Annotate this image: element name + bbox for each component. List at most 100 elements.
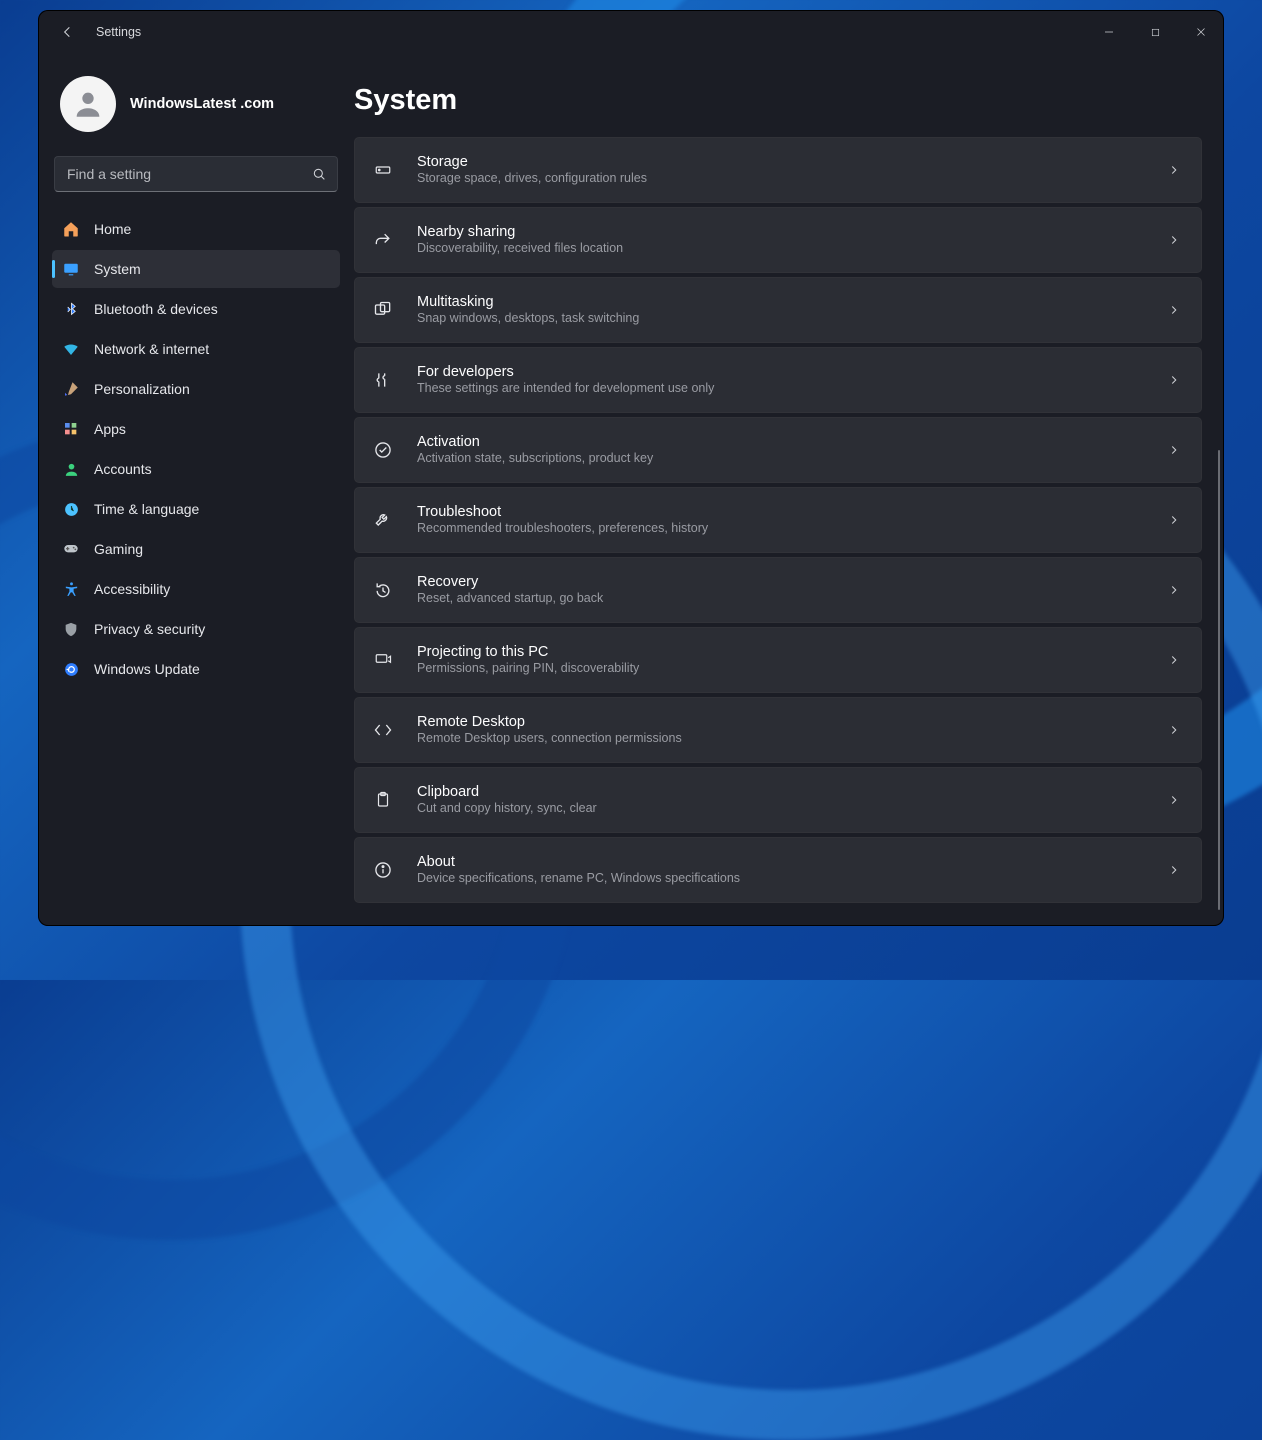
card-description: These settings are intended for developm…	[417, 381, 1145, 397]
card-texts: Nearby sharingDiscoverability, received …	[417, 223, 1145, 257]
info-icon	[371, 858, 395, 882]
sidebar-item-label: Time & language	[94, 501, 199, 517]
settings-card-clipboard[interactable]: ClipboardCut and copy history, sync, cle…	[354, 767, 1202, 833]
sidebar-item-label: Bluetooth & devices	[94, 301, 218, 317]
settings-card-activation[interactable]: ActivationActivation state, subscription…	[354, 417, 1202, 483]
card-texts: ClipboardCut and copy history, sync, cle…	[417, 783, 1145, 817]
card-description: Activation state, subscriptions, product…	[417, 451, 1145, 467]
card-title: Nearby sharing	[417, 223, 1145, 241]
system-icon	[62, 260, 80, 278]
card-description: Snap windows, desktops, task switching	[417, 311, 1145, 327]
chevron-right-icon	[1167, 303, 1181, 317]
card-title: Remote Desktop	[417, 713, 1145, 731]
back-button[interactable]	[58, 22, 78, 42]
sidebar-item-label: Gaming	[94, 541, 143, 557]
chevron-right-icon	[1167, 373, 1181, 387]
close-button[interactable]	[1178, 15, 1224, 49]
home-icon	[62, 220, 80, 238]
sidebar-item-accessibility[interactable]: Accessibility	[52, 570, 340, 608]
sidebar-item-label: Privacy & security	[94, 621, 205, 637]
sidebar-item-accounts[interactable]: Accounts	[52, 450, 340, 488]
sidebar-item-home[interactable]: Home	[52, 210, 340, 248]
sidebar-item-bluetooth-devices[interactable]: Bluetooth & devices	[52, 290, 340, 328]
storage-icon	[371, 158, 395, 182]
scrollbar-thumb[interactable]	[1218, 450, 1220, 910]
accessibility-icon	[62, 580, 80, 598]
card-title: Clipboard	[417, 783, 1145, 801]
sidebar-item-windows-update[interactable]: Windows Update	[52, 650, 340, 688]
chevron-right-icon	[1167, 163, 1181, 177]
account-icon	[62, 460, 80, 478]
maximize-button[interactable]	[1132, 15, 1178, 49]
settings-window: Settings WindowsLatest .com	[38, 10, 1224, 926]
settings-card-projecting-to-this-pc[interactable]: Projecting to this PCPermissions, pairin…	[354, 627, 1202, 693]
chevron-right-icon	[1167, 513, 1181, 527]
settings-card-storage[interactable]: StorageStorage space, drives, configurat…	[354, 137, 1202, 203]
sidebar-item-personalization[interactable]: Personalization	[52, 370, 340, 408]
wrench-icon	[371, 508, 395, 532]
apps-icon	[62, 420, 80, 438]
settings-card-for-developers[interactable]: For developersThese settings are intende…	[354, 347, 1202, 413]
sidebar-item-label: Network & internet	[94, 341, 209, 357]
search-box[interactable]	[54, 156, 338, 192]
arrow-left-icon	[60, 24, 76, 40]
sidebar-item-network-internet[interactable]: Network & internet	[52, 330, 340, 368]
profile-block[interactable]: WindowsLatest .com	[38, 76, 354, 156]
card-texts: Remote DesktopRemote Desktop users, conn…	[417, 713, 1145, 747]
settings-card-multitasking[interactable]: MultitaskingSnap windows, desktops, task…	[354, 277, 1202, 343]
clock-icon	[62, 500, 80, 518]
card-texts: Projecting to this PCPermissions, pairin…	[417, 643, 1145, 677]
chevron-right-icon	[1167, 863, 1181, 877]
sidebar-item-label: Accounts	[94, 461, 152, 477]
card-description: Storage space, drives, configuration rul…	[417, 171, 1145, 187]
sidebar-item-label: Windows Update	[94, 661, 200, 677]
card-description: Discoverability, received files location	[417, 241, 1145, 257]
main-panel: System StorageStorage space, drives, con…	[354, 54, 1224, 926]
maximize-icon	[1150, 27, 1161, 38]
project-icon	[371, 648, 395, 672]
sidebar-item-privacy-security[interactable]: Privacy & security	[52, 610, 340, 648]
profile-name: WindowsLatest .com	[130, 96, 274, 112]
scrollbar-track[interactable]	[1218, 150, 1220, 912]
brush-icon	[62, 380, 80, 398]
sidebar-item-label: Home	[94, 221, 131, 237]
search-icon	[311, 166, 327, 182]
clipboard-icon	[371, 788, 395, 812]
sidebar-item-system[interactable]: System	[52, 250, 340, 288]
search-input[interactable]	[65, 165, 311, 183]
sidebar-item-apps[interactable]: Apps	[52, 410, 340, 448]
chevron-right-icon	[1167, 233, 1181, 247]
card-texts: MultitaskingSnap windows, desktops, task…	[417, 293, 1145, 327]
sidebar-item-time-language[interactable]: Time & language	[52, 490, 340, 528]
chevron-right-icon	[1167, 653, 1181, 667]
settings-card-remote-desktop[interactable]: Remote DesktopRemote Desktop users, conn…	[354, 697, 1202, 763]
card-description: Remote Desktop users, connection permiss…	[417, 731, 1145, 747]
settings-card-nearby-sharing[interactable]: Nearby sharingDiscoverability, received …	[354, 207, 1202, 273]
sidebar: WindowsLatest .com Home System Bluetooth &…	[38, 54, 354, 926]
sidebar-item-gaming[interactable]: Gaming	[52, 530, 340, 568]
settings-card-recovery[interactable]: RecoveryReset, advanced startup, go back	[354, 557, 1202, 623]
card-title: About	[417, 853, 1145, 871]
sidebar-item-label: Personalization	[94, 381, 190, 397]
check-icon	[371, 438, 395, 462]
devtools-icon	[371, 368, 395, 392]
app-name: Settings	[96, 25, 141, 39]
shield-icon	[62, 620, 80, 638]
update-icon	[62, 660, 80, 678]
card-texts: RecoveryReset, advanced startup, go back	[417, 573, 1145, 607]
chevron-right-icon	[1167, 443, 1181, 457]
card-description: Cut and copy history, sync, clear	[417, 801, 1145, 817]
titlebar: Settings	[38, 10, 1224, 54]
card-texts: ActivationActivation state, subscription…	[417, 433, 1145, 467]
avatar	[60, 76, 116, 132]
card-description: Permissions, pairing PIN, discoverabilit…	[417, 661, 1145, 677]
window-controls	[1086, 15, 1224, 49]
card-title: Activation	[417, 433, 1145, 451]
settings-card-about[interactable]: AboutDevice specifications, rename PC, W…	[354, 837, 1202, 903]
card-title: Troubleshoot	[417, 503, 1145, 521]
minimize-button[interactable]	[1086, 15, 1132, 49]
nav-list: Home System Bluetooth & devices Network & i…	[38, 210, 354, 688]
settings-card-troubleshoot[interactable]: TroubleshootRecommended troubleshooters,…	[354, 487, 1202, 553]
wifi-icon	[62, 340, 80, 358]
gaming-icon	[62, 540, 80, 558]
